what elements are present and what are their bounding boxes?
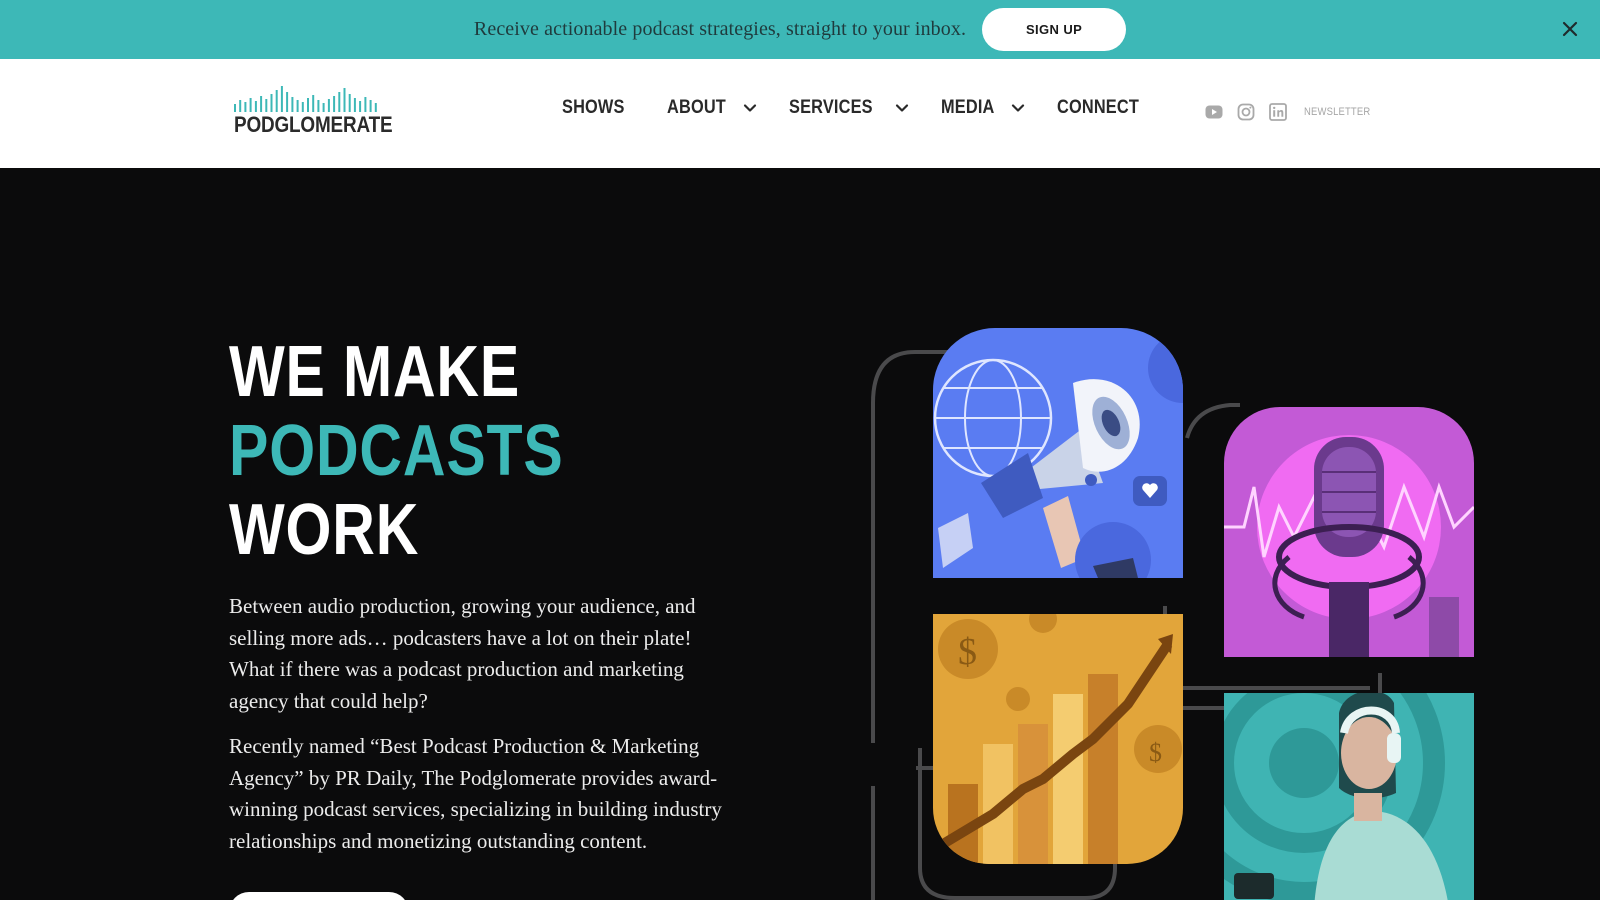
megaphone-tile [933,328,1183,578]
nav-label: CONNECT [1056,97,1139,118]
announcement-text: Receive actionable podcast strategies, s… [473,18,967,40]
hero-cta-button[interactable] [229,892,409,900]
hero-paragraph-2: Recently named “Best Podcast Production … [229,734,722,853]
sign-up-button[interactable]: SIGN UP [982,8,1127,51]
nav-item-connect[interactable]: CONNECT [1057,97,1152,119]
chevron-down-icon [895,104,908,112]
waveform-icon [234,86,377,112]
chevron-down-icon [1011,104,1025,112]
svg-text:$: $ [958,631,977,673]
youtube-icon[interactable] [1204,102,1224,122]
headline-line-1: WE MAKE [229,332,521,412]
svg-text:$: $ [1149,738,1162,767]
newsletter-link[interactable]: NEWSLETTER [1304,106,1370,118]
logo[interactable]: PODGLOMERATE [234,86,393,144]
hero-paragraph-1: Between audio production, growing your a… [229,594,696,713]
headline-line-3: WORK [229,490,420,570]
linkedin-icon[interactable] [1268,102,1288,122]
main-nav: SHOWS ABOUT SERVICES MEDIA CONNECT [562,97,1152,119]
headline-line-2: PODCASTS [229,411,564,491]
nav-item-media[interactable]: MEDIA [941,97,1025,119]
site-header: PODGLOMERATE SHOWS ABOUT SERVICES MEDIA … [0,59,1600,168]
nav-item-about[interactable]: ABOUT [667,97,758,119]
growth-chart-tile: $ $ [933,614,1183,864]
nav-label: SHOWS [562,97,625,118]
listener-tile [1224,693,1474,900]
nav-item-shows[interactable]: SHOWS [562,97,635,119]
nav-label: MEDIA [940,97,995,118]
social-links: NEWSLETTER [1204,102,1381,122]
logo-wordmark: PODGLOMERATE [234,112,393,137]
chevron-down-icon [744,104,757,112]
close-icon[interactable] [1558,17,1582,41]
nav-item-services[interactable]: SERVICES [789,97,908,119]
microphone-tile [1224,407,1474,657]
hero-illustration: $ $ [860,308,1480,900]
instagram-icon[interactable] [1236,102,1256,122]
hero-section: WE MAKE PODCASTS WORK Between audio prod… [0,168,1600,900]
hero-headline: WE MAKE PODCASTS WORK [229,333,564,570]
announcement-bar: Receive actionable podcast strategies, s… [0,0,1600,59]
nav-label: ABOUT [666,97,726,118]
nav-label: SERVICES [789,97,874,118]
